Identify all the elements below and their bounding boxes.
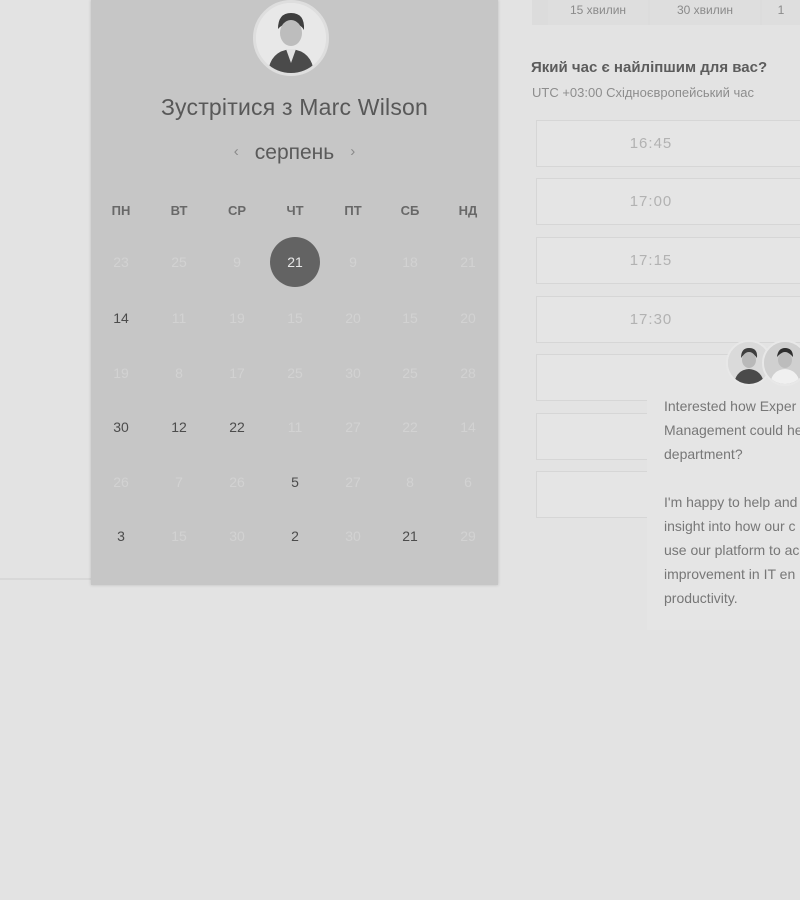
calendar-day[interactable]: 14 bbox=[96, 293, 146, 343]
calendar-day: 14 bbox=[460, 419, 476, 435]
calendar-day: 25 bbox=[402, 365, 418, 381]
scheduler-card: Зустрітися з Marc Wilson ‹ серпень › ПН ВТ С… bbox=[91, 0, 498, 585]
agent-avatar bbox=[762, 340, 800, 386]
time-slot[interactable]: 17:00 bbox=[536, 178, 800, 225]
calendar-day: 30 bbox=[345, 528, 361, 544]
duration-option-60[interactable]: 1 bbox=[762, 0, 800, 25]
calendar-day: 30 bbox=[345, 365, 361, 381]
calendar-day[interactable]: 5 bbox=[270, 457, 320, 507]
duration-option-15[interactable]: 15 хвилин bbox=[548, 0, 648, 25]
calendar-day: 8 bbox=[175, 365, 183, 381]
timezone-selector[interactable]: UTC +03:00 Східноєвропейський час bbox=[532, 85, 754, 100]
calendar-day: 26 bbox=[113, 474, 129, 490]
calendar-day: 8 bbox=[406, 474, 414, 490]
calendar-day[interactable]: 22 bbox=[212, 402, 262, 452]
calendar-day: 30 bbox=[229, 528, 245, 544]
calendar-day: 25 bbox=[171, 254, 187, 270]
calendar-day: 23 bbox=[113, 254, 129, 270]
calendar-day: 15 bbox=[402, 310, 418, 326]
calendar-day[interactable]: 21 bbox=[385, 511, 435, 561]
duration-option-30[interactable]: 30 хвилин bbox=[650, 0, 760, 25]
calendar-day: 25 bbox=[287, 365, 303, 381]
time-slot[interactable]: 17:30 bbox=[536, 296, 800, 343]
calendar-day: 27 bbox=[345, 474, 361, 490]
calendar-day[interactable]: 2 bbox=[270, 511, 320, 561]
calendar-day: 27 bbox=[345, 419, 361, 435]
calendar-day: 15 bbox=[171, 528, 187, 544]
calendar-day-selected[interactable]: 21 bbox=[270, 237, 320, 287]
calendar-day: 19 bbox=[229, 310, 245, 326]
calendar-day[interactable]: 3 bbox=[96, 511, 146, 561]
calendar-day[interactable]: 30 bbox=[96, 402, 146, 452]
chat-message: Interested how Exper Management could he… bbox=[664, 398, 800, 606]
calendar-day: 22 bbox=[402, 419, 418, 435]
calendar-day: 20 bbox=[460, 310, 476, 326]
chat-agent-avatars bbox=[726, 340, 800, 390]
calendar-day: 21 bbox=[460, 254, 476, 270]
time-slot[interactable]: 17:15 bbox=[536, 237, 800, 284]
duration-selector: 15 хвилин 30 хвилин 1 bbox=[532, 0, 800, 25]
calendar-day: 26 bbox=[229, 474, 245, 490]
calendar-day: 19 bbox=[113, 365, 129, 381]
calendar-day: 18 bbox=[402, 254, 418, 270]
calendar-day[interactable]: 12 bbox=[154, 402, 204, 452]
calendar-day: 20 bbox=[345, 310, 361, 326]
calendar-day: 29 bbox=[460, 528, 476, 544]
time-slot[interactable]: 16:45 bbox=[536, 120, 800, 167]
calendar-day: 15 bbox=[287, 310, 303, 326]
calendar-grid: 23 25 9 21 9 18 21 14 11 19 15 20 15 20 19 8 17 25 30 25 28 3… bbox=[91, 0, 498, 585]
calendar-day: 9 bbox=[233, 254, 241, 270]
calendar-day: 6 bbox=[464, 474, 472, 490]
calendar-day: 9 bbox=[349, 254, 357, 270]
page-divider bbox=[0, 578, 91, 580]
calendar-day: 17 bbox=[229, 365, 245, 381]
calendar-day: 11 bbox=[287, 419, 303, 435]
time-question: Який час є найліпшим для вас? bbox=[531, 59, 768, 76]
calendar-day: 7 bbox=[175, 474, 183, 490]
calendar-day: 11 bbox=[171, 310, 187, 326]
calendar-day: 28 bbox=[460, 365, 476, 381]
